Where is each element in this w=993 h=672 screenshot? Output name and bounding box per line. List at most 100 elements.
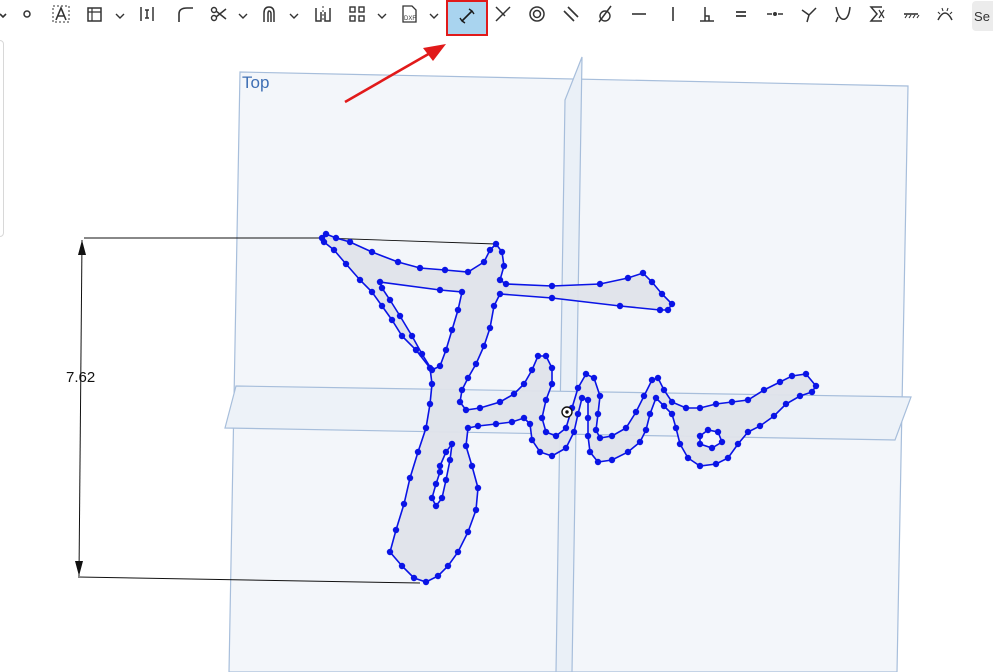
sketch-vertex[interactable] [548, 364, 556, 372]
sketch-vertex[interactable] [436, 286, 444, 294]
sketch-vertex[interactable] [624, 274, 632, 282]
sketch-vertex[interactable] [616, 302, 624, 310]
sketch-vertex[interactable] [712, 400, 720, 408]
sketch-vertex[interactable] [728, 398, 736, 406]
sketch-vertex[interactable] [708, 444, 716, 452]
sketch-vertex[interactable] [422, 424, 430, 432]
sketch-vertex[interactable] [712, 460, 720, 468]
sketch-vertex[interactable] [788, 372, 796, 380]
sketch-vertex[interactable] [596, 434, 604, 442]
sketch-vertex[interactable] [808, 388, 816, 396]
sketch-vertex[interactable] [646, 410, 654, 418]
sketch-vertex[interactable] [434, 572, 442, 580]
sketch-vertex[interactable] [428, 380, 436, 388]
sketch-vertex[interactable] [444, 562, 452, 570]
sketch-vertex[interactable] [388, 316, 396, 324]
sketch-vertex[interactable] [432, 502, 440, 510]
sketch-vertex[interactable] [658, 290, 666, 298]
sketch-vertex[interactable] [668, 410, 676, 418]
sketch-vertex[interactable] [458, 386, 466, 394]
sketch-vertex[interactable] [472, 506, 480, 514]
sketch-vertex[interactable] [378, 302, 386, 310]
sketch-vertex[interactable] [548, 294, 556, 302]
sketch-vertex[interactable] [464, 374, 472, 382]
sketch-vertex[interactable] [548, 282, 556, 290]
sketch-vertex[interactable] [448, 440, 456, 448]
sketch-vertex[interactable] [498, 248, 506, 256]
sketch-vertex[interactable] [322, 230, 330, 238]
sketch-vertex[interactable] [596, 280, 604, 288]
sketch-vertex[interactable] [414, 448, 422, 456]
sketch-vertex[interactable] [368, 288, 376, 296]
sketch-vertex[interactable] [502, 280, 510, 288]
sketch-vertex[interactable] [718, 438, 726, 446]
sketch-vertex[interactable] [622, 424, 630, 432]
sketch-vertex[interactable] [428, 494, 436, 502]
sketch-vertex[interactable] [802, 370, 810, 378]
sketch-viewport[interactable] [0, 0, 993, 672]
sketch-vertex[interactable] [356, 276, 364, 284]
sketch-vertex[interactable] [436, 462, 444, 470]
sketch-vertex[interactable] [654, 374, 662, 382]
sketch-vertex[interactable] [510, 390, 518, 398]
sketch-vertex[interactable] [534, 352, 542, 360]
sketch-vertex[interactable] [760, 386, 768, 394]
sketch-vertex[interactable] [396, 312, 404, 320]
sketch-vertex[interactable] [548, 452, 556, 460]
sketch-vertex[interactable] [582, 370, 590, 378]
sketch-vertex[interactable] [408, 332, 416, 340]
sketch-vertex[interactable] [756, 422, 764, 430]
sketch-vertex[interactable] [608, 456, 616, 464]
sketch-vertex[interactable] [640, 392, 648, 400]
sketch-vertex[interactable] [474, 484, 482, 492]
sketch-vertex[interactable] [684, 454, 692, 462]
sketch-vertex[interactable] [664, 306, 672, 314]
sketch-vertex[interactable] [668, 300, 676, 308]
dimension-value[interactable]: 7.62 [66, 369, 95, 386]
sketch-vertex[interactable] [410, 574, 418, 582]
sketch-vertex[interactable] [496, 290, 504, 298]
sketch-vertex[interactable] [652, 394, 660, 402]
sketch-vertex[interactable] [378, 284, 386, 292]
sketch-vertex[interactable] [596, 392, 604, 400]
sketch-vertex[interactable] [492, 240, 500, 248]
sketch-vertex[interactable] [462, 406, 470, 414]
sketch-vertex[interactable] [704, 426, 712, 434]
sketch-vertex[interactable] [642, 426, 650, 434]
sketch-vertex[interactable] [436, 468, 444, 476]
sketch-vertex[interactable] [562, 424, 570, 432]
sketch-vertex[interactable] [592, 426, 600, 434]
sketch-vertex[interactable] [636, 438, 644, 446]
sketch-vertex[interactable] [542, 396, 550, 404]
sketch-vertex[interactable] [464, 424, 472, 432]
sketch-vertex[interactable] [464, 528, 472, 536]
sketch-vertex[interactable] [496, 276, 504, 284]
sketch-vertex[interactable] [648, 278, 656, 286]
sketch-vertex[interactable] [330, 246, 338, 254]
sketch-vertex[interactable] [584, 432, 592, 440]
sketch-vertex[interactable] [528, 366, 536, 374]
sketch-vertex[interactable] [394, 258, 402, 266]
sketch-vertex[interactable] [508, 418, 516, 426]
sketch-vertex[interactable] [368, 248, 376, 256]
sketch-vertex[interactable] [474, 422, 482, 430]
sketch-vertex[interactable] [656, 306, 664, 314]
sketch-vertex[interactable] [468, 462, 476, 470]
sketch-vertex[interactable] [552, 432, 560, 440]
sketch-vertex[interactable] [542, 352, 550, 360]
sketch-vertex[interactable] [376, 278, 384, 286]
sketch-vertex[interactable] [682, 404, 690, 412]
sketch-vertex[interactable] [492, 420, 500, 428]
sketch-vertex[interactable] [320, 238, 328, 246]
sketch-vertex[interactable] [496, 398, 504, 406]
sketch-vertex[interactable] [386, 296, 394, 304]
sketch-vertex[interactable] [406, 474, 414, 482]
sketch-vertex[interactable] [584, 414, 592, 422]
sketch-vertex[interactable] [456, 398, 464, 406]
sketch-vertex[interactable] [500, 262, 508, 270]
sketch-vertex[interactable] [562, 444, 570, 452]
sketch-vertex[interactable] [542, 428, 550, 436]
sketch-vertex[interactable] [812, 382, 820, 390]
sketch-vertex[interactable] [528, 436, 536, 444]
sketch-vertex[interactable] [486, 246, 494, 254]
